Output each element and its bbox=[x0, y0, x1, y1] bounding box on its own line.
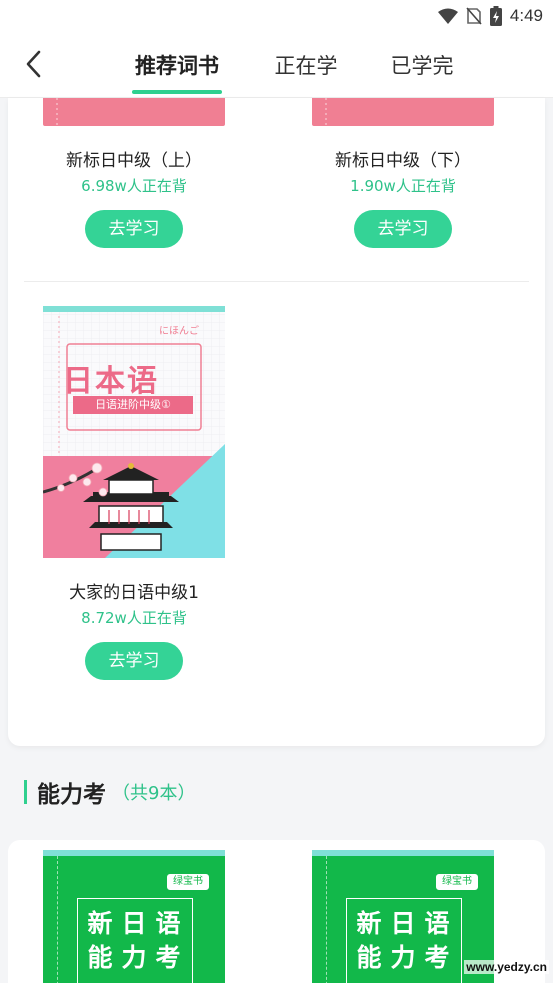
study-button[interactable]: 去学习 bbox=[354, 210, 452, 248]
cover-title-grid: 新 日 语 能 力 考 bbox=[87, 909, 181, 972]
status-icons: 4:49 bbox=[437, 4, 543, 28]
tab-recommended-label: 推荐词书 bbox=[135, 54, 219, 78]
no-sim-icon bbox=[466, 7, 482, 25]
section-count: （共9本） bbox=[112, 783, 196, 804]
tab-learning[interactable]: 正在学 bbox=[270, 32, 342, 98]
book-item: 新标日中级（下） 1.90w人正在背 去学习 bbox=[293, 146, 513, 248]
book-cover-new-standard-lower[interactable] bbox=[312, 98, 494, 126]
back-arrow-icon bbox=[26, 50, 41, 78]
cover-badge: 绿宝书 bbox=[167, 874, 209, 890]
back-button[interactable] bbox=[16, 44, 50, 84]
tab-learning-label: 正在学 bbox=[274, 54, 338, 78]
cover-subtitle: 日语进阶中级① bbox=[73, 396, 193, 414]
book-item: 新标日中级（上） 6.98w人正在背 去学习 bbox=[24, 146, 244, 248]
wifi-icon bbox=[437, 8, 458, 24]
watermark: www.yedzy.cn bbox=[464, 960, 549, 974]
recommended-books-card: 新标日中级（上） 6.98w人正在背 去学习 新标日中级（下） 1.90w人正在… bbox=[8, 98, 545, 746]
book-learner-count: 8.72w人正在背 bbox=[81, 609, 187, 627]
active-tab-indicator bbox=[132, 90, 222, 94]
section-header-jlpt: 能力考 （共9本） bbox=[24, 772, 195, 812]
book-cover-illustration bbox=[42, 306, 225, 558]
book-title: 新标日中级（上） bbox=[66, 151, 202, 171]
battery-charging-icon bbox=[489, 6, 502, 26]
book-cover-new-standard-upper[interactable] bbox=[43, 98, 225, 126]
book-item: 大家的日语中级1 8.72w人正在背 去学习 bbox=[24, 578, 244, 680]
study-button[interactable]: 去学习 bbox=[85, 210, 183, 248]
cover-title-grid: 新 日 语 能 力 考 bbox=[356, 909, 450, 972]
tab-finished[interactable]: 已学完 bbox=[386, 32, 458, 98]
section-title: 能力考 bbox=[37, 782, 106, 808]
section-accent-bar bbox=[24, 780, 27, 804]
book-learner-count: 1.90w人正在背 bbox=[350, 177, 456, 195]
tab-finished-label: 已学完 bbox=[390, 54, 454, 78]
cover-main-title: 日本语 bbox=[63, 364, 159, 399]
book-title: 大家的日语中级1 bbox=[69, 583, 199, 603]
cover-badge: 绿宝书 bbox=[436, 874, 478, 890]
row-divider bbox=[24, 281, 529, 282]
top-nav: 推荐词书 正在学 已学完 bbox=[0, 32, 553, 98]
book-title: 新标日中级（下） bbox=[335, 151, 471, 171]
cover-kana: にほんご bbox=[159, 326, 199, 337]
book-cover-green-jlpt[interactable]: 绿宝书 新 日 语 能 力 考 bbox=[43, 850, 225, 983]
study-button[interactable]: 去学习 bbox=[85, 642, 183, 680]
status-bar: 4:49 bbox=[0, 0, 553, 32]
status-time: 4:49 bbox=[509, 6, 543, 25]
book-cover-minna-intermediate[interactable]: にほんご 日本语 日语进阶中级① bbox=[42, 306, 225, 558]
tab-recommended[interactable]: 推荐词书 bbox=[132, 32, 222, 98]
book-learner-count: 6.98w人正在背 bbox=[81, 177, 187, 195]
